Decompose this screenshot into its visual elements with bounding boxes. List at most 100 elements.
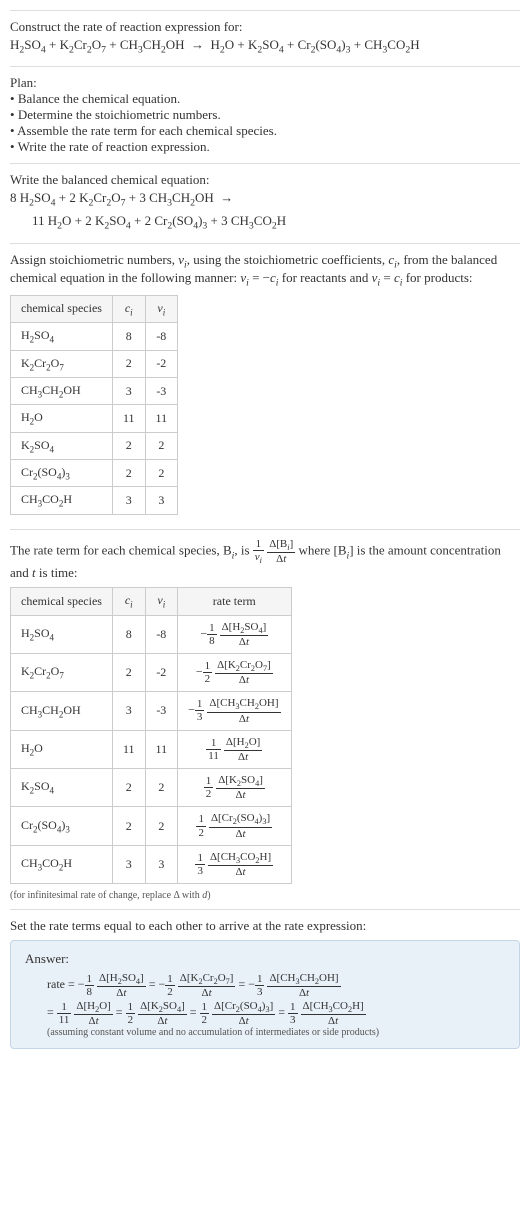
plan-item-1: • Determine the stoichiometric numbers. <box>10 107 520 123</box>
answer-label: Answer: <box>25 951 505 967</box>
col-c: ci <box>112 588 145 615</box>
col-c: ci <box>112 295 145 322</box>
cell-nu: -3 <box>145 692 178 730</box>
table-row: H2SO48-8−18 Δ[H2SO4]Δt <box>11 615 292 653</box>
cell-species: Cr2(SO4)3 <box>11 807 113 845</box>
plan-item-text: Write the rate of reaction expression. <box>18 139 210 154</box>
balanced-rhs: 11 H2O + 2 K2SO4 + 2 Cr2(SO4)3 + 3 CH3CO… <box>32 211 520 234</box>
cell-c: 3 <box>112 845 145 883</box>
cell-rate: −18 Δ[H2SO4]Δt <box>178 615 291 653</box>
cell-species: CH3CH2OH <box>11 692 113 730</box>
cell-c: 8 <box>112 615 145 653</box>
cell-nu: 2 <box>145 768 178 806</box>
rateterm-section: The rate term for each chemical species,… <box>10 529 520 909</box>
cell-nu: 3 <box>145 845 178 883</box>
cell-species: K2Cr2O7 <box>11 653 113 691</box>
cell-species: K2SO4 <box>11 432 113 459</box>
balanced-section: Write the balanced chemical equation: 8 … <box>10 163 520 242</box>
unbalanced-equation: H2SO4 + K2Cr2O7 + CH3CH2OH → H2O + K2SO4… <box>10 35 520 58</box>
table-header-row: chemical species ci νi <box>11 295 178 322</box>
rate-line-1: rate = −18 Δ[H2SO4]Δt = −12 Δ[K2Cr2O7]Δt… <box>47 971 505 999</box>
table-row: CH3CO2H33 <box>11 487 178 514</box>
stoich-section: Assign stoichiometric numbers, νi, using… <box>10 243 520 529</box>
table-row: H2O1111111 Δ[H2O]Δt <box>11 730 292 768</box>
plan-item-text: Balance the chemical equation. <box>18 91 180 106</box>
table-row: Cr2(SO4)322 <box>11 460 178 487</box>
table-row: CH3CO2H3313 Δ[CH3CO2H]Δt <box>11 845 292 883</box>
table-row: Cr2(SO4)32212 Δ[Cr2(SO4)3]Δt <box>11 807 292 845</box>
cell-c: 2 <box>112 460 145 487</box>
table-row: K2Cr2O72-2 <box>11 350 178 377</box>
cell-species: K2Cr2O7 <box>11 350 113 377</box>
rateterm-table: chemical species ci νi rate term H2SO48-… <box>10 587 292 884</box>
col-nu: νi <box>145 588 178 615</box>
rate-line-2: = 111 Δ[H2O]Δt = 12 Δ[K2SO4]Δt = 12 Δ[Cr… <box>47 999 505 1027</box>
cell-species: CH3CO2H <box>11 845 113 883</box>
intro-section: Construct the rate of reaction expressio… <box>10 10 520 66</box>
cell-nu: 3 <box>145 487 178 514</box>
table-row: K2SO422 <box>11 432 178 459</box>
plan-section: Plan: • Balance the chemical equation. •… <box>10 66 520 163</box>
plan-item-0: • Balance the chemical equation. <box>10 91 520 107</box>
table-row: H2O1111 <box>11 405 178 432</box>
cell-nu: 11 <box>145 730 178 768</box>
cell-nu: 2 <box>145 807 178 845</box>
col-species: chemical species <box>11 295 113 322</box>
table-row: H2SO48-8 <box>11 323 178 350</box>
intro-prompt: Construct the rate of reaction expressio… <box>10 19 520 35</box>
cell-rate: 13 Δ[CH3CO2H]Δt <box>178 845 291 883</box>
cell-c: 2 <box>112 653 145 691</box>
cell-rate: −12 Δ[K2Cr2O7]Δt <box>178 653 291 691</box>
answer-note: (assuming constant volume and no accumul… <box>47 1027 505 1038</box>
final-section: Set the rate terms equal to each other t… <box>10 909 520 1057</box>
cell-rate: −13 Δ[CH3CH2OH]Δt <box>178 692 291 730</box>
table-row: CH3CH2OH3-3 <box>11 377 178 404</box>
table-row: K2SO42212 Δ[K2SO4]Δt <box>11 768 292 806</box>
cell-species: H2O <box>11 730 113 768</box>
cell-nu: -8 <box>145 323 178 350</box>
cell-rate: 12 Δ[K2SO4]Δt <box>178 768 291 806</box>
plan-item-text: Determine the stoichiometric numbers. <box>18 107 221 122</box>
cell-c: 3 <box>112 692 145 730</box>
balanced-lhs: 8 H2SO4 + 2 K2Cr2O7 + 3 CH3CH2OH → <box>10 188 520 211</box>
final-intro: Set the rate terms equal to each other t… <box>10 918 520 934</box>
col-nu: νi <box>145 295 178 322</box>
plan-item-3: • Write the rate of reaction expression. <box>10 139 520 155</box>
col-rate: rate term <box>178 588 291 615</box>
cell-c: 11 <box>112 730 145 768</box>
cell-c: 2 <box>112 350 145 377</box>
cell-c: 3 <box>112 487 145 514</box>
cell-c: 2 <box>112 807 145 845</box>
rateterm-intro: The rate term for each chemical species,… <box>10 538 520 581</box>
plan-title: Plan: <box>10 75 520 91</box>
cell-c: 8 <box>112 323 145 350</box>
stoich-intro: Assign stoichiometric numbers, νi, using… <box>10 252 520 289</box>
cell-c: 2 <box>112 768 145 806</box>
cell-nu: 2 <box>145 432 178 459</box>
cell-species: CH3CO2H <box>11 487 113 514</box>
answer-box: Answer: rate = −18 Δ[H2SO4]Δt = −12 Δ[K2… <box>10 940 520 1049</box>
balanced-title: Write the balanced chemical equation: <box>10 172 520 188</box>
table-row: CH3CH2OH3-3−13 Δ[CH3CH2OH]Δt <box>11 692 292 730</box>
stoich-tbody: H2SO48-8K2Cr2O72-2CH3CH2OH3-3H2O1111K2SO… <box>11 323 178 515</box>
col-species: chemical species <box>11 588 113 615</box>
stoich-table: chemical species ci νi H2SO48-8K2Cr2O72-… <box>10 295 178 515</box>
cell-species: H2O <box>11 405 113 432</box>
cell-rate: 12 Δ[Cr2(SO4)3]Δt <box>178 807 291 845</box>
cell-c: 2 <box>112 432 145 459</box>
cell-c: 3 <box>112 377 145 404</box>
table-header-row: chemical species ci νi rate term <box>11 588 292 615</box>
plan-item-text: Assemble the rate term for each chemical… <box>17 123 277 138</box>
cell-c: 11 <box>112 405 145 432</box>
rateterm-footnote: (for infinitesimal rate of change, repla… <box>10 890 520 901</box>
cell-nu: -2 <box>145 350 178 377</box>
cell-nu: -8 <box>145 615 178 653</box>
cell-nu: -2 <box>145 653 178 691</box>
cell-nu: 2 <box>145 460 178 487</box>
table-row: K2Cr2O72-2−12 Δ[K2Cr2O7]Δt <box>11 653 292 691</box>
cell-species: H2SO4 <box>11 615 113 653</box>
cell-species: Cr2(SO4)3 <box>11 460 113 487</box>
cell-species: CH3CH2OH <box>11 377 113 404</box>
cell-species: H2SO4 <box>11 323 113 350</box>
cell-nu: 11 <box>145 405 178 432</box>
